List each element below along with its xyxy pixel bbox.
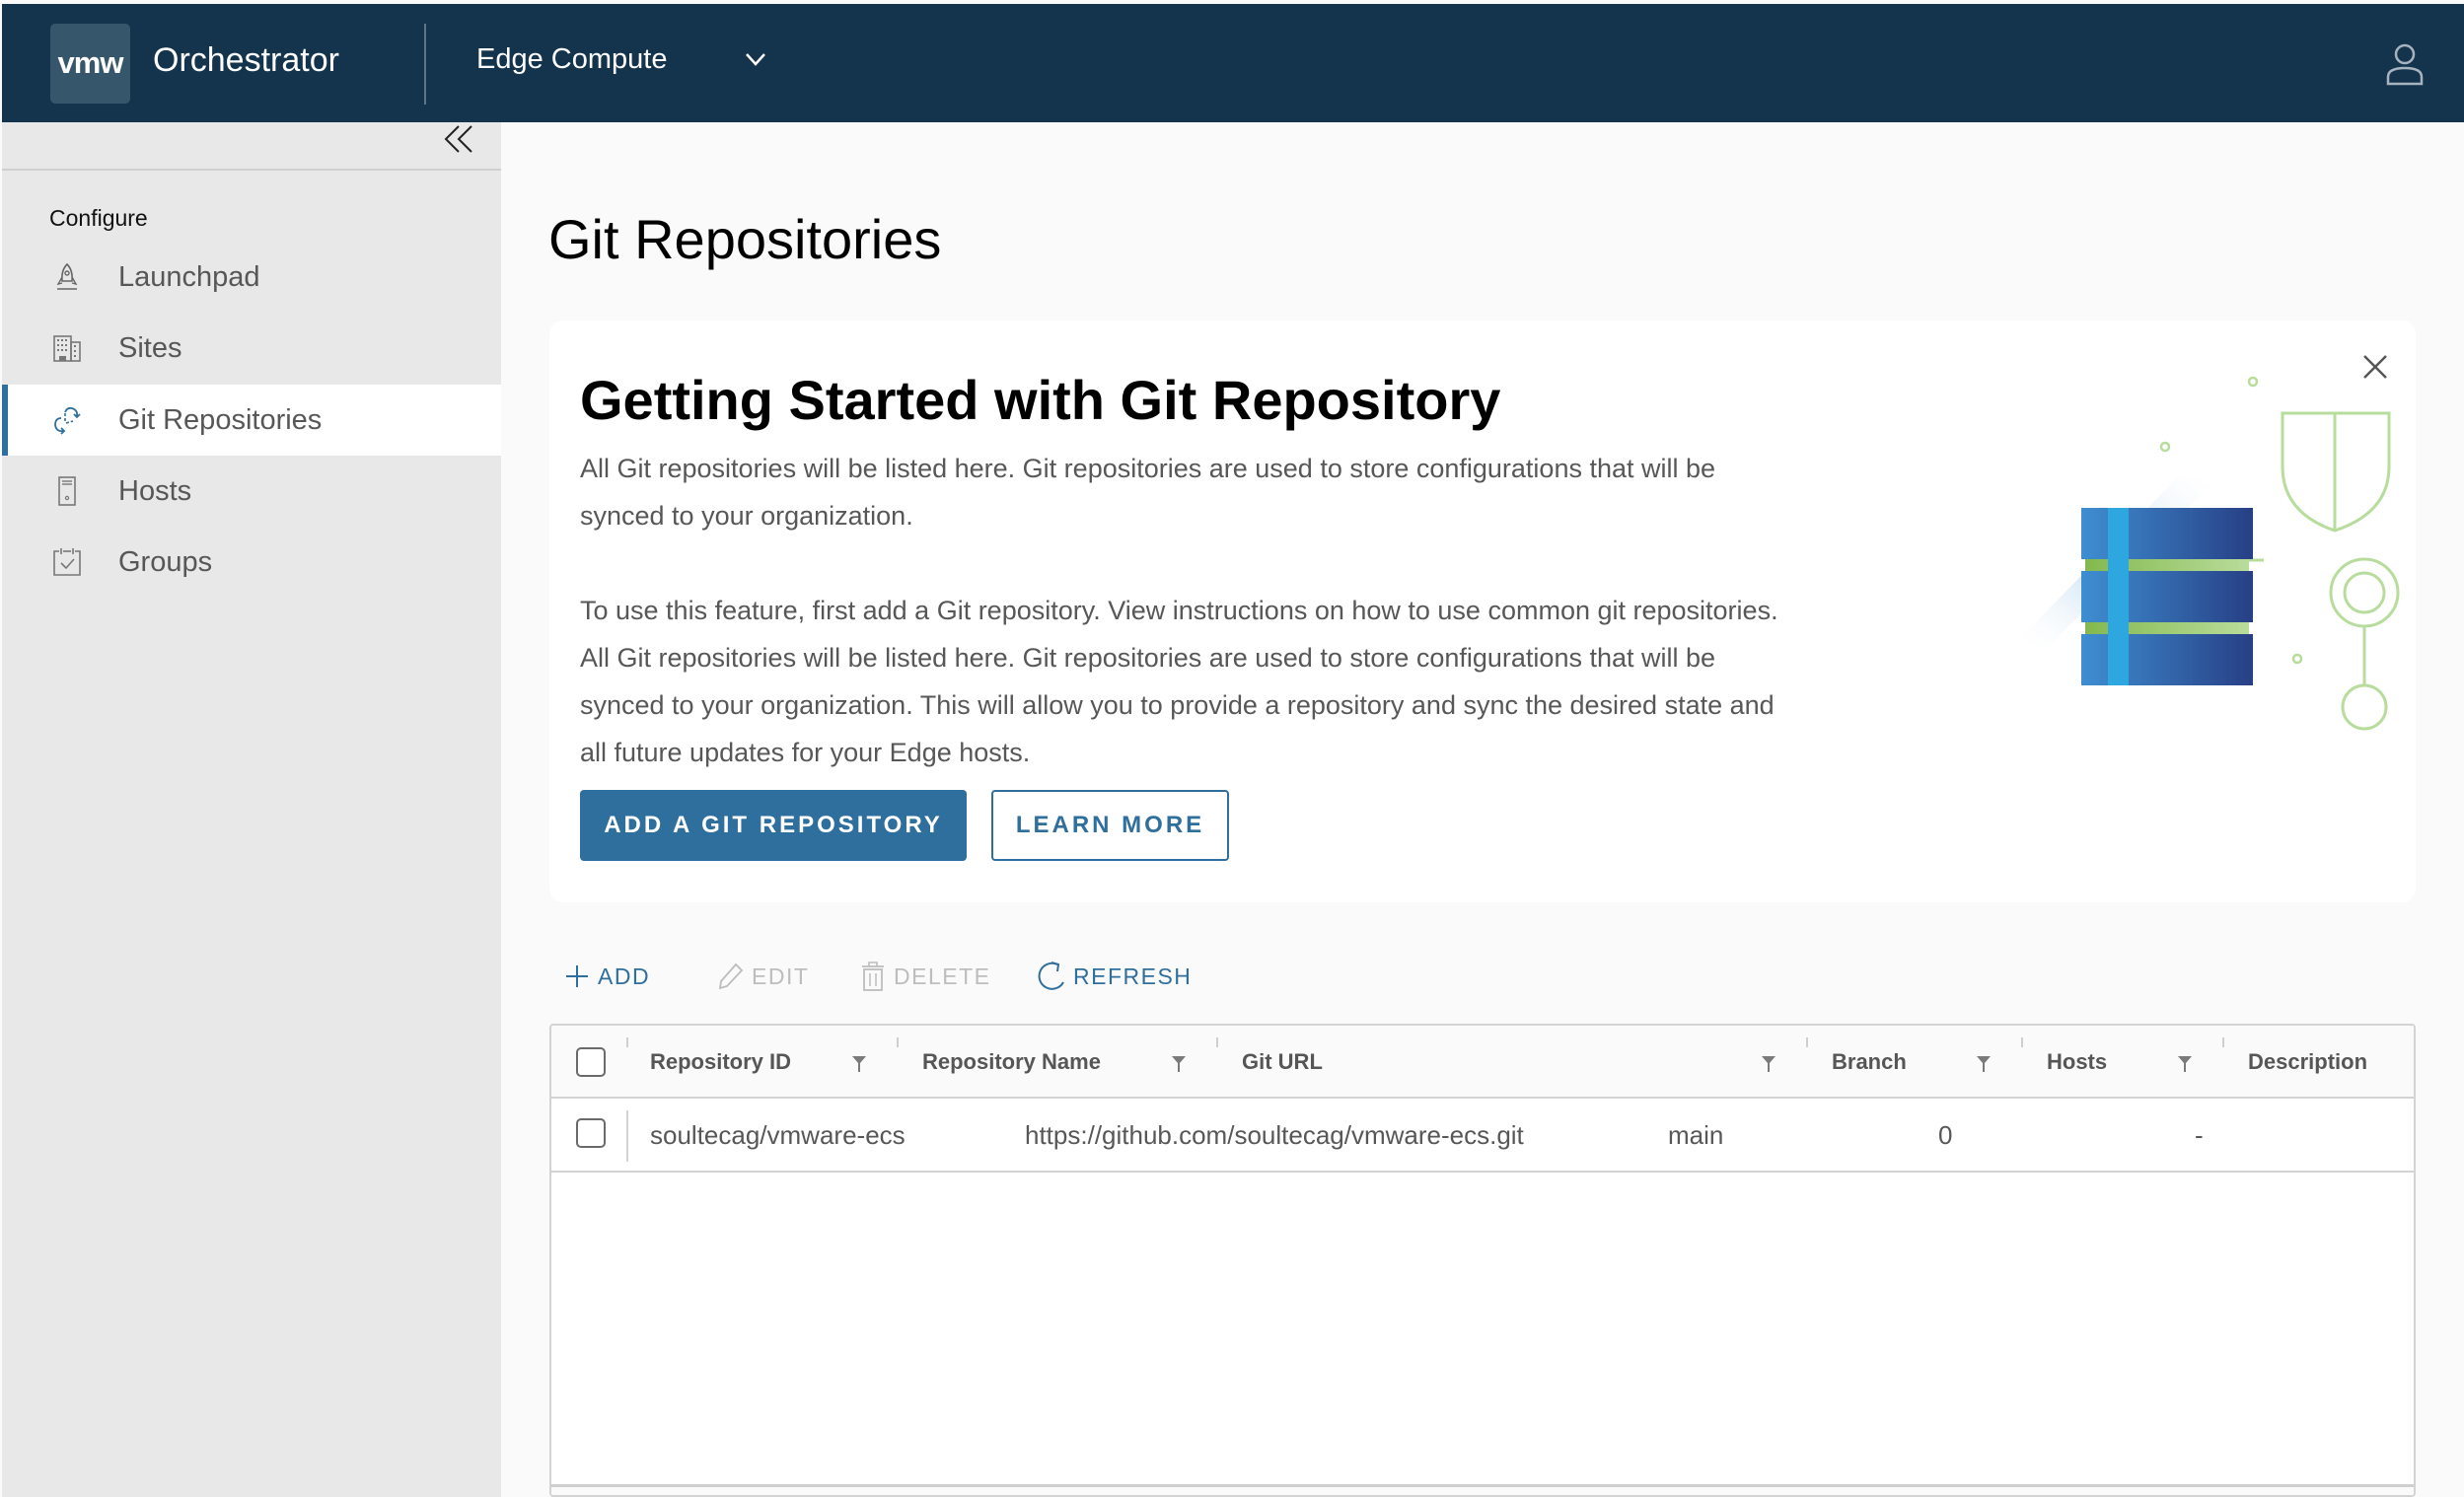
top-nav-bar: vmw Orchestrator Edge Compute: [2, 4, 2464, 122]
building-icon: [53, 335, 81, 362]
column-header-description[interactable]: Description: [2248, 1049, 2367, 1075]
sidebar-section-configure: Configure: [49, 205, 148, 231]
column-separator[interactable]: [626, 1037, 628, 1047]
edit-button[interactable]: EDIT: [716, 959, 809, 994]
add-git-repository-button[interactable]: ADD A GIT REPOSITORY: [580, 790, 967, 861]
sidebar: Configure Launchpad Sites Git Repositori…: [2, 122, 501, 1497]
sidebar-item-label: Groups: [118, 546, 213, 578]
app-title: Orchestrator: [153, 41, 339, 79]
column-header-repository-id[interactable]: Repository ID: [650, 1049, 791, 1075]
pencil-icon: [718, 962, 744, 990]
refresh-label: REFRESH: [1073, 962, 1193, 989]
sidebar-item-hosts[interactable]: Hosts: [2, 456, 501, 527]
user-icon[interactable]: [2385, 41, 2425, 87]
filter-icon[interactable]: [1976, 1055, 1992, 1073]
cell-repository-id: soultecag/vmware-ecs: [650, 1120, 906, 1150]
column-header-branch[interactable]: Branch: [1832, 1049, 1907, 1075]
close-icon[interactable]: [2360, 352, 2390, 382]
page-title: Git Repositories: [548, 208, 942, 270]
banner-text-line: synced to your organization. This will a…: [580, 690, 1775, 720]
refresh-icon: [1038, 962, 1064, 990]
sidebar-item-groups[interactable]: Groups: [2, 527, 501, 598]
double-chevron-left-icon[interactable]: [442, 124, 475, 154]
sidebar-item-label: Hosts: [118, 475, 192, 507]
chevron-down-icon[interactable]: [744, 47, 767, 71]
banner-text-line: all future updates for your Edge hosts.: [580, 738, 1031, 767]
learn-more-button[interactable]: LEARN MORE: [991, 790, 1229, 861]
banner-paragraph-2: To use this feature, first add a Git rep…: [580, 587, 1961, 776]
column-separator[interactable]: [2021, 1037, 2023, 1047]
filter-icon[interactable]: [851, 1055, 867, 1073]
column-separator[interactable]: [1216, 1037, 1218, 1047]
banner-title: Getting Started with Git Repository: [580, 369, 1501, 431]
banner-text-line: All Git repositories will be listed here…: [580, 643, 1716, 673]
database-disk: [2081, 571, 2253, 622]
sidebar-item-sites[interactable]: Sites: [2, 313, 501, 384]
filter-icon[interactable]: [1761, 1055, 1776, 1073]
table-row[interactable]: soultecag/vmware-ecs https://github.com/…: [551, 1099, 2414, 1173]
cell-description: -: [2195, 1120, 2204, 1150]
banner-paragraph-1: All Git repositories will be listed here…: [580, 445, 1961, 539]
calendar-check-icon: [53, 548, 81, 576]
database-disk: [2081, 634, 2253, 685]
select-all-checkbox[interactable]: [576, 1047, 606, 1077]
table-header: Repository ID Repository Name Git URL Br…: [551, 1026, 2414, 1099]
cell-branch: main: [1668, 1120, 1724, 1150]
database-disk: [2081, 508, 2253, 559]
delete-button[interactable]: DELETE: [860, 959, 990, 994]
vmware-logo[interactable]: vmw: [50, 24, 130, 104]
row-separator: [626, 1110, 628, 1162]
refresh-button[interactable]: REFRESH: [1038, 959, 1192, 994]
trash-icon: [862, 962, 884, 991]
logo-text: vmw: [57, 45, 124, 80]
column-separator[interactable]: [1806, 1037, 1808, 1047]
git-repositories-table: Repository ID Repository Name Git URL Br…: [549, 1024, 2416, 1497]
column-header-git-url[interactable]: Git URL: [1242, 1049, 1323, 1075]
server-icon: [58, 476, 76, 506]
sidebar-collapse-row: [2, 122, 501, 171]
filter-icon[interactable]: [1171, 1055, 1187, 1073]
rocket-icon: [56, 262, 78, 290]
row-select-checkbox[interactable]: [576, 1118, 606, 1148]
getting-started-banner: Getting Started with Git Repository All …: [549, 321, 2416, 902]
cell-hosts: 0: [1938, 1120, 1953, 1150]
sidebar-item-launchpad[interactable]: Launchpad: [2, 242, 501, 313]
sidebar-item-label: Launchpad: [118, 261, 260, 293]
add-label: ADD: [598, 962, 651, 989]
database-shield-network-illustration: [2012, 376, 2400, 731]
banner-text-line: To use this feature, first add a Git rep…: [580, 596, 1778, 625]
banner-text-line: synced to your organization.: [580, 501, 913, 531]
header-divider: [424, 24, 426, 105]
column-header-hosts[interactable]: Hosts: [2047, 1049, 2107, 1075]
filter-icon[interactable]: [2177, 1055, 2193, 1073]
column-separator[interactable]: [2222, 1037, 2224, 1047]
cell-git-url[interactable]: https://github.com/soultecag/vmware-ecs.…: [1025, 1120, 1524, 1151]
sidebar-item-git-repositories[interactable]: Git Repositories: [2, 385, 501, 456]
context-selector[interactable]: Edge Compute: [476, 43, 667, 76]
column-header-repository-name[interactable]: Repository Name: [922, 1049, 1101, 1075]
table-footer: [551, 1484, 2414, 1495]
add-button[interactable]: ADD: [564, 959, 650, 994]
sidebar-item-label: Git Repositories: [118, 404, 323, 436]
column-separator[interactable]: [897, 1037, 899, 1047]
plus-icon: [566, 965, 588, 987]
banner-text-line: All Git repositories will be listed here…: [580, 454, 1716, 483]
delete-label: DELETE: [894, 962, 991, 989]
edit-label: EDIT: [752, 962, 810, 989]
sync-icon: [54, 406, 81, 435]
sidebar-item-label: Sites: [118, 332, 182, 364]
